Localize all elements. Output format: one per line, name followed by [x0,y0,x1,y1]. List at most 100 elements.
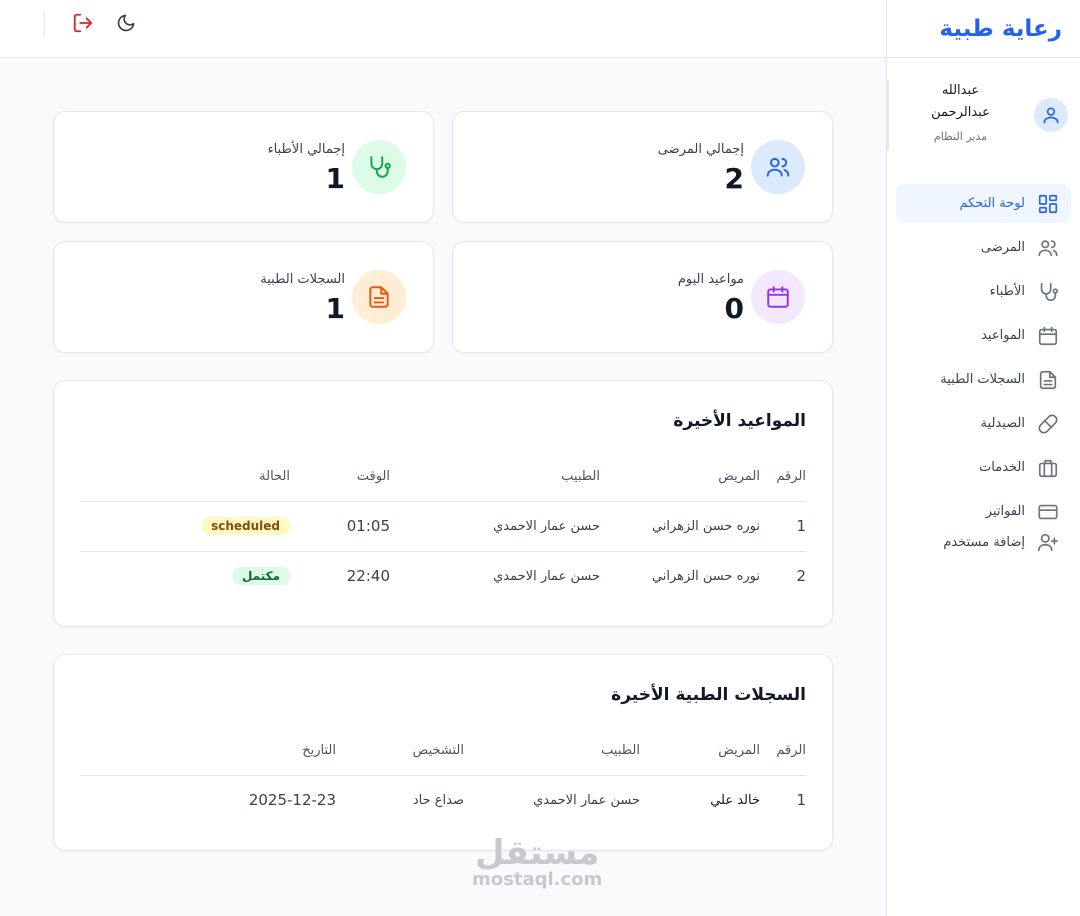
calendar-icon [1038,326,1058,345]
cell-id: 1 [796,791,806,810]
profile-text: عبدالله عبدالرحمن مدير النظام [897,80,1024,143]
sidebar-item-label: لوحة التحكم [959,196,1025,211]
recent-records-card: السجلات الطبية الأخيرة الرقم المريض الطب… [53,654,833,851]
col-id: الرقم [760,453,806,502]
watermark: مستقل mostaql.com [472,835,602,889]
stat-icon-wrap [751,270,805,324]
col-time: الوقت [290,453,390,502]
table-row[interactable]: 1 نوره حسن الزهراني حسن عمار الاحمدي 01:… [80,501,806,552]
logout-button[interactable] [71,11,95,35]
stat-card-patients: إجمالي المرضى 2 [452,111,833,223]
col-patient: المريض [640,727,760,776]
sidebar-nav: لوحة التحكم المرضى الأطباء المواعيد السج… [887,184,1080,556]
sidebar-item-label: إضافة مستخدم [943,534,1025,550]
stethoscope-icon [370,156,391,178]
cell-diagnosis: صداع حاد [412,792,464,808]
user-name-line2: عبدالرحمن [931,105,990,120]
users-icon [766,157,790,177]
cell-id: 2 [796,567,806,586]
logout-icon [73,13,93,33]
stat-icon-wrap [352,140,406,194]
status-badge: مكتمل [231,567,290,586]
sidebar-item-invoices[interactable]: الفواتير [896,492,1071,531]
col-date: التاريخ [80,727,336,776]
user-plus-icon [1038,533,1058,552]
table-header-row: الرقم المريض الطبيب التشخيص التاريخ [80,727,806,776]
stat-label: السجلات الطبية [260,272,345,287]
table-row[interactable]: 1 خالد علي حسن عمار الاحمدي صداع حاد 202… [80,775,806,825]
stat-label: مواعيد اليوم [677,272,744,287]
col-id: الرقم [760,727,806,776]
sidebar-item-services[interactable]: الخدمات [896,448,1071,487]
top-bar [0,0,886,58]
sidebar-item-medical-records[interactable]: السجلات الطبية [896,360,1071,399]
col-doctor: الطبيب [464,727,640,776]
cell-doctor: حسن عمار الاحمدي [533,792,640,808]
col-doctor: الطبيب [390,453,600,502]
cell-time: 22:40 [346,567,390,586]
users-icon [1038,239,1058,256]
theme-toggle-button[interactable] [114,11,138,35]
sidebar-item-label: الصيدلية [980,416,1025,431]
sidebar-item-add-user[interactable]: إضافة مستخدم [896,528,1071,556]
col-status: الحالة [80,453,290,502]
avatar[interactable] [1034,98,1068,132]
credit-card-icon [1038,504,1058,519]
cell-patient: خالد علي [710,792,760,808]
document-icon [1039,370,1057,389]
appointments-table: الرقم المريض الطبيب الوقت الحالة 1 نوره … [80,453,806,601]
status-badge: scheduled [201,517,290,535]
table-row[interactable]: 2 نوره حسن الزهراني حسن عمار الاحمدي 22:… [80,551,806,601]
watermark-arabic: مستقل [474,833,600,873]
section-title: السجلات الطبية الأخيرة [611,685,806,705]
col-diagnosis: التشخيص [336,727,464,776]
sidebar-item-label: الفواتير [985,504,1025,519]
cell-doctor: حسن عمار الاحمدي [493,568,600,584]
records-table: الرقم المريض الطبيب التشخيص التاريخ 1 خا… [80,727,806,825]
sidebar: رعاية طبية عبدالله عبدالرحمن مدير النظام… [886,0,1080,916]
stat-card-doctors: إجمالي الأطباء 1 [53,111,434,223]
main-content: إجمالي المرضى 2 إجمالي الأطباء 1 مواعيد … [0,58,886,916]
sidebar-item-doctors[interactable]: الأطباء [896,272,1071,311]
stat-label: إجمالي المرضى [657,142,744,157]
sidebar-item-label: المرضى [980,240,1025,255]
user-name-line1: عبدالله [941,83,980,98]
briefcase-icon [1038,459,1058,477]
stat-value: 2 [724,162,744,195]
user-profile: عبدالله عبدالرحمن مدير النظام [887,80,1080,150]
stethoscope-icon [1040,282,1058,301]
sidebar-item-label: السجلات الطبية [940,372,1025,387]
cell-time: 01:05 [290,501,390,552]
document-icon [369,286,389,308]
calendar-icon [767,286,789,308]
stat-icon-wrap [751,140,805,194]
stat-value: 0 [724,292,744,325]
cell-patient: نوره حسن الزهراني [600,501,760,552]
cell-date: 2025-12-23 [248,791,336,810]
stat-icon-wrap [352,270,406,324]
sidebar-item-dashboard[interactable]: لوحة التحكم [896,184,1071,223]
moon-icon [117,14,135,32]
table-header-row: الرقم المريض الطبيب الوقت الحالة [80,453,806,502]
sidebar-item-appointments[interactable]: المواعيد [896,316,1071,355]
cell-id: 1 [760,501,806,552]
app-root: رعاية طبية عبدالله عبدالرحمن مدير النظام… [0,0,1080,916]
pill-icon [1038,413,1058,434]
sidebar-item-patients[interactable]: المرضى [896,228,1071,267]
cell-status: مكتمل [80,551,290,601]
stat-value: 1 [325,162,345,195]
brand: رعاية طبية [887,0,1080,58]
sidebar-item-label: المواعيد [981,328,1025,343]
section-title: المواعيد الأخيرة [673,411,806,431]
stat-card-appointments-today: مواعيد اليوم 0 [452,241,833,353]
sidebar-item-pharmacy[interactable]: الصيدلية [896,404,1071,443]
stat-value: 1 [325,292,345,325]
sidebar-item-label: الأطباء [989,284,1025,299]
cell-doctor: حسن عمار الاحمدي [390,501,600,552]
brand-title[interactable]: رعاية طبية [939,16,1062,42]
user-icon [1043,107,1059,124]
user-role: مدير النظام [933,130,988,143]
topbar-divider [44,12,45,36]
sidebar-item-label: الخدمات [979,460,1025,475]
col-patient: المريض [600,453,760,502]
